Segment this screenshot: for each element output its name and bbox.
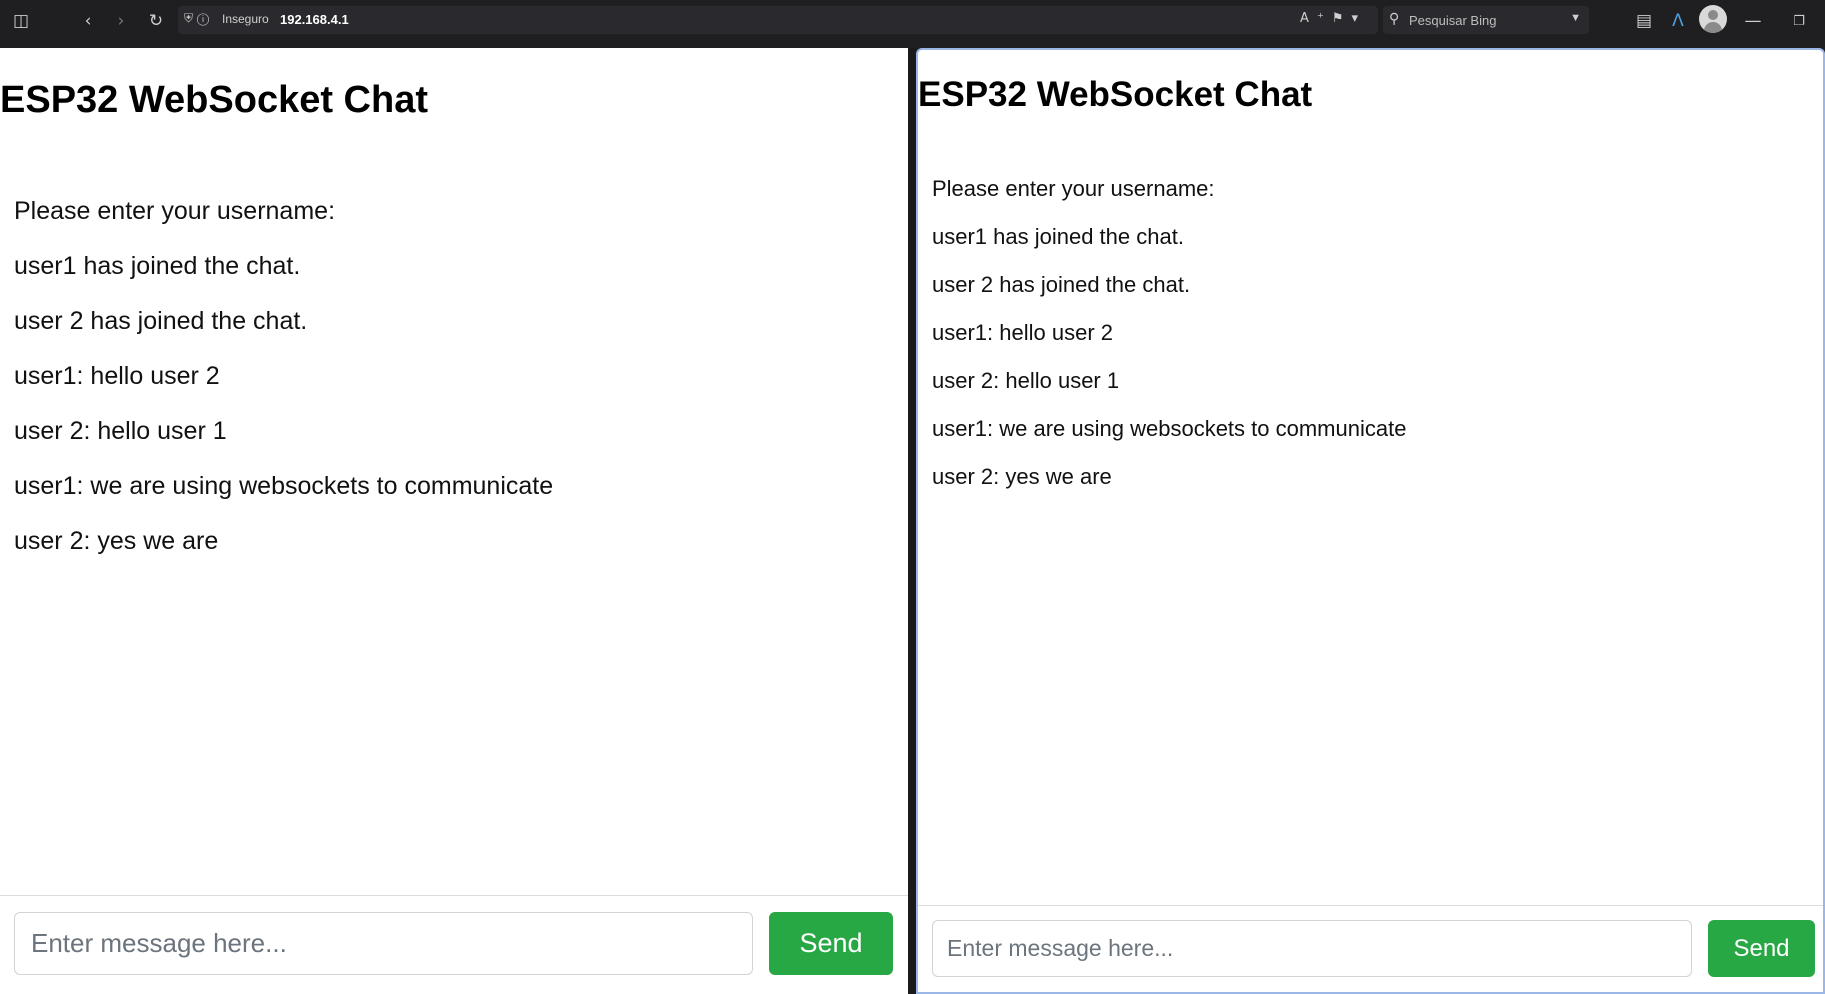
security-label[interactable]: Inseguro xyxy=(222,12,269,26)
search-placeholder: Pesquisar Bing xyxy=(1409,13,1497,28)
right-chat-pane: ESP32 WebSocket Chat Please enter your u… xyxy=(916,48,1825,994)
reload-icon[interactable]: ↻ xyxy=(143,8,169,34)
read-aloud-icon[interactable]: A⁺ xyxy=(1300,11,1332,26)
chat-message: user 2 has joined the chat. xyxy=(14,307,308,335)
favorite-icon[interactable]: ⚑ xyxy=(1332,11,1352,26)
send-button[interactable]: Send xyxy=(769,912,893,975)
chat-message: Please enter your username: xyxy=(14,197,336,225)
chat-messages: Please enter your username: user1 has jo… xyxy=(932,176,1406,512)
chat-message: user 2: hello user 1 xyxy=(14,417,227,445)
shield-icon[interactable]: ⛨ ⓘ xyxy=(184,11,209,26)
search-box[interactable]: ⚲ Pesquisar Bing ▼ xyxy=(1383,6,1589,34)
chat-message: user1 has joined the chat. xyxy=(932,224,1184,249)
extension-icon[interactable]: Λ xyxy=(1665,8,1691,34)
collections-icon[interactable]: ▤ xyxy=(1631,8,1657,34)
chat-message: Please enter your username: xyxy=(932,176,1215,201)
forward-icon[interactable]: › xyxy=(108,8,134,34)
address-actions: A⁺⚑▾ xyxy=(1300,11,1366,26)
search-icon: ⚲ xyxy=(1389,11,1400,27)
address-bar[interactable]: ⛨ ⓘ Inseguro 192.168.4.1 A⁺⚑▾ xyxy=(178,6,1378,34)
message-input[interactable] xyxy=(932,920,1692,977)
profile-avatar[interactable] xyxy=(1699,5,1727,33)
url-text[interactable]: 192.168.4.1 xyxy=(280,12,349,27)
chat-message: user 2: yes we are xyxy=(14,527,219,555)
sidebar-toggle-icon[interactable]: ◫ xyxy=(8,8,34,34)
chat-message: user1: we are using websockets to commun… xyxy=(932,416,1407,441)
chat-message: user1: hello user 2 xyxy=(14,362,220,390)
minimize-icon[interactable]: — xyxy=(1740,8,1766,34)
chat-message: user 2: yes we are xyxy=(932,464,1112,489)
split-divider[interactable] xyxy=(908,48,916,994)
avatar-head xyxy=(1708,10,1718,20)
message-footer: Send xyxy=(0,895,908,994)
restore-icon[interactable]: ❐ xyxy=(1786,8,1812,34)
message-footer: Send xyxy=(918,905,1823,992)
chat-messages: Please enter your username: user1 has jo… xyxy=(14,196,553,581)
chat-message: user1: hello user 2 xyxy=(932,320,1113,345)
page-title: ESP32 WebSocket Chat xyxy=(0,79,429,121)
left-chat-pane: ESP32 WebSocket Chat Please enter your u… xyxy=(0,48,908,994)
avatar-body xyxy=(1704,22,1722,33)
browser-toolbar: ◫ ‹ › ↻ ⛨ ⓘ Inseguro 192.168.4.1 A⁺⚑▾ ⚲ … xyxy=(0,0,1825,47)
send-button[interactable]: Send xyxy=(1708,920,1815,977)
chat-message: user1: we are using websockets to commun… xyxy=(14,472,554,500)
chat-message: user1 has joined the chat. xyxy=(14,252,301,280)
page-title: ESP32 WebSocket Chat xyxy=(918,75,1313,114)
chat-message: user 2: hello user 1 xyxy=(932,368,1120,393)
chat-message: user 2 has joined the chat. xyxy=(932,272,1191,297)
message-input[interactable] xyxy=(14,912,753,975)
search-dropdown-icon[interactable]: ▼ xyxy=(1570,12,1581,24)
back-icon[interactable]: ‹ xyxy=(75,8,101,34)
favorites-dropdown-icon[interactable]: ▾ xyxy=(1351,11,1366,26)
